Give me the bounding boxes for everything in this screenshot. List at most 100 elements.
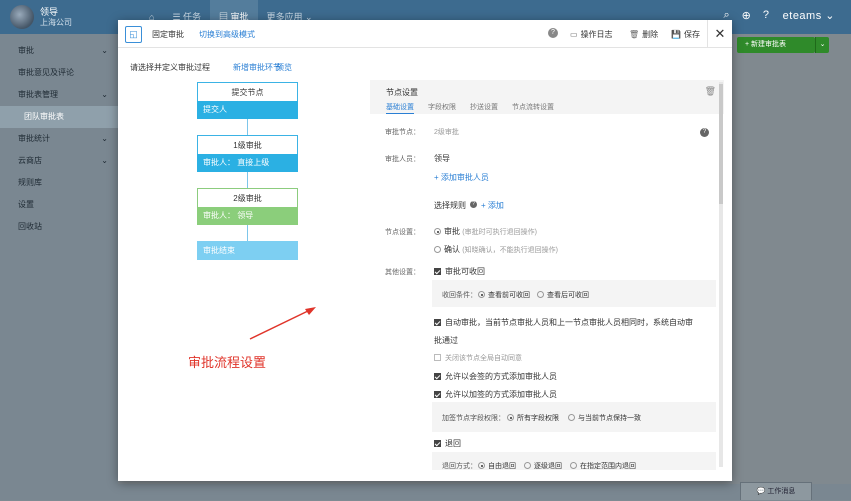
- dialog-header: ◱ 固定审批 切换到高级模式 ? ▭ 操作日志 🗑 删除 💾 保存 ✕: [118, 20, 732, 48]
- operation-log-button[interactable]: ▭ 操作日志: [570, 29, 613, 40]
- add-step-link[interactable]: 新增审批环节: [233, 62, 281, 73]
- sidebar-item-form-management[interactable]: 审批表管理 ⌄: [0, 84, 118, 106]
- flow-node-level1[interactable]: 1级审批 审批人： 直接上级: [197, 135, 298, 172]
- tab-node-flow-settings[interactable]: 节点流转设置: [512, 102, 554, 114]
- sidebar-item-statistics[interactable]: 审批统计 ⌄: [0, 128, 118, 150]
- settings-tabs: 基础设置 字段权限 抄送设置 节点流转设置: [386, 102, 554, 114]
- checkbox-checked[interactable]: [434, 319, 441, 326]
- recall-condition-label: 收回条件：: [442, 292, 477, 299]
- checkbox-unchecked[interactable]: [434, 354, 441, 361]
- auto-approve-cont: 批通过: [434, 336, 458, 345]
- recall-after-view[interactable]: 查看后可收回: [537, 290, 589, 300]
- operation-log-label: 操作日志: [580, 30, 613, 39]
- new-form-button[interactable]: + 新建审批表: [737, 37, 815, 53]
- company-name: 上海公司: [40, 18, 72, 27]
- allow-cosign-option[interactable]: 允许以会签的方式添加审批人员: [434, 371, 557, 382]
- panel-scrollbar-thumb[interactable]: [719, 84, 723, 204]
- checkbox-checked[interactable]: [434, 268, 441, 275]
- new-form-dropdown[interactable]: ⌄: [815, 37, 829, 53]
- tab-basic-settings[interactable]: 基础设置: [386, 102, 414, 114]
- save-icon: 💾: [671, 30, 681, 39]
- sidebar-item-label: 审批统计: [18, 134, 50, 143]
- tab-cc-settings[interactable]: 抄送设置: [470, 102, 498, 114]
- checkbox-checked[interactable]: [434, 391, 441, 398]
- flow-node-submit[interactable]: 提交节点 提交人: [197, 82, 298, 119]
- add-icon[interactable]: ⊕: [742, 9, 751, 22]
- checkbox-checked[interactable]: [434, 440, 441, 447]
- work-message-tab[interactable]: 💬 工作消息: [740, 482, 812, 500]
- close-button[interactable]: ✕: [707, 20, 732, 48]
- delete-button[interactable]: 🗑 删除: [629, 29, 658, 40]
- tab-field-permissions[interactable]: 字段权限: [428, 102, 456, 114]
- node-title: 提交节点: [197, 82, 298, 101]
- auto-approve-label: 自动审批，当前节点审批人员和上一节点审批人员相同时，系统自动审: [445, 318, 693, 327]
- avatar[interactable]: [10, 5, 34, 29]
- perm-all-fields[interactable]: 所有字段权限: [507, 413, 559, 423]
- return-option[interactable]: 退回: [434, 438, 461, 449]
- recall-before-view[interactable]: 查看前可收回: [478, 290, 530, 300]
- preview-link[interactable]: 预览: [276, 62, 292, 73]
- auto-approve-option[interactable]: 自动审批，当前节点审批人员和上一节点审批人员相同时，系统自动审: [434, 317, 693, 328]
- radio-unchecked[interactable]: [434, 246, 441, 253]
- save-label: 保存: [683, 30, 700, 39]
- option-confirm-label: 确认: [444, 245, 460, 254]
- chevron-down-icon: ⌄: [101, 90, 108, 99]
- save-button[interactable]: 💾 保存: [671, 29, 700, 40]
- radio-checked[interactable]: [478, 291, 485, 298]
- radio-unchecked[interactable]: [537, 291, 544, 298]
- flow-node-end[interactable]: 审批结束: [197, 241, 298, 260]
- sidebar: 审批 ⌄ 审批意见及评论 审批表管理 ⌄ 团队审批表 审批统计 ⌄ 云商店 ⌄ 规则库 …: [0, 34, 118, 500]
- radio-checked[interactable]: [478, 462, 485, 469]
- trash-icon[interactable]: 🗑: [705, 86, 716, 97]
- node-body: 提交人: [197, 101, 298, 119]
- option-approve[interactable]: 审批 (审批时可执行退回操作): [434, 226, 537, 237]
- help-icon[interactable]: ?: [470, 201, 477, 208]
- recallable-option[interactable]: 审批可收回: [434, 266, 485, 277]
- bottom-bar: [0, 484, 851, 500]
- allow-addsign-option[interactable]: 允许以加签的方式添加审批人员: [434, 389, 557, 400]
- addsign-perm-label: 加签节点字段权限：: [442, 415, 505, 422]
- help-icon[interactable]: ?: [548, 28, 558, 38]
- flow-node-level2[interactable]: 2级审批 审批人： 领导: [197, 188, 298, 225]
- node-title: 2级审批: [197, 188, 298, 207]
- sidebar-item-team-forms[interactable]: 团队审批表: [0, 106, 118, 128]
- settings-content: 审批节点： 2级审批 ? 审批人员： 领导 + 添加审批人员 选择规则 ? + …: [370, 114, 724, 470]
- radio-unchecked[interactable]: [568, 414, 575, 421]
- sidebar-item-approval[interactable]: 审批 ⌄: [0, 40, 118, 62]
- log-icon: ▭: [570, 30, 578, 39]
- fixed-mode-icon: ◱: [125, 26, 142, 43]
- add-rule-link[interactable]: + 添加: [481, 200, 504, 211]
- ret-opt1-label: 自由退回: [488, 463, 516, 470]
- sidebar-item-recycle-bin[interactable]: 回收站: [0, 216, 118, 238]
- help-icon[interactable]: ?: [700, 128, 709, 137]
- sidebar-item-cloud-store[interactable]: 云商店 ⌄: [0, 150, 118, 172]
- radio-unchecked[interactable]: [570, 462, 577, 469]
- return-in-range[interactable]: 在指定范围内退回: [570, 461, 636, 470]
- sidebar-item-settings[interactable]: 设置: [0, 194, 118, 216]
- radio-checked[interactable]: [507, 414, 514, 421]
- sidebar-item-comments[interactable]: 审批意见及评论: [0, 62, 118, 84]
- disable-global-option[interactable]: 关闭该节点全局自动同意: [434, 353, 522, 363]
- radio-checked[interactable]: [434, 228, 441, 235]
- annotation-label: 审批流程设置: [188, 355, 267, 370]
- node-body: 审批人： 领导: [197, 207, 298, 225]
- sidebar-item-rules[interactable]: 规则库: [0, 172, 118, 194]
- return-stepwise[interactable]: 逐级退回: [524, 461, 562, 470]
- approver-label: 审批人员：: [385, 156, 420, 163]
- switch-advanced-mode-link[interactable]: 切换到高级模式: [199, 29, 255, 40]
- flow-connector: [247, 119, 248, 135]
- checkbox-checked[interactable]: [434, 373, 441, 380]
- addsign-permission-box: 加签节点字段权限： 所有字段权限 与当前节点保持一致: [432, 402, 716, 432]
- help-icon[interactable]: ?: [763, 9, 769, 22]
- perm-opt2-label: 与当前节点保持一致: [578, 415, 641, 422]
- recall-opt1-label: 查看前可收回: [488, 292, 530, 299]
- recall-opt2-label: 查看后可收回: [547, 292, 589, 299]
- brand-logo[interactable]: eteams ⌄: [783, 9, 835, 22]
- return-free[interactable]: 自由退回: [478, 461, 516, 470]
- option-confirm[interactable]: 确认 (知晓确认，不能执行退回操作): [434, 244, 558, 255]
- other-settings-label: 其他设置：: [385, 269, 420, 276]
- radio-unchecked[interactable]: [524, 462, 531, 469]
- add-approver-link[interactable]: + 添加审批人员: [434, 172, 489, 183]
- perm-same-as-current[interactable]: 与当前节点保持一致: [568, 413, 641, 423]
- chevron-down-icon: ⌄: [101, 156, 108, 165]
